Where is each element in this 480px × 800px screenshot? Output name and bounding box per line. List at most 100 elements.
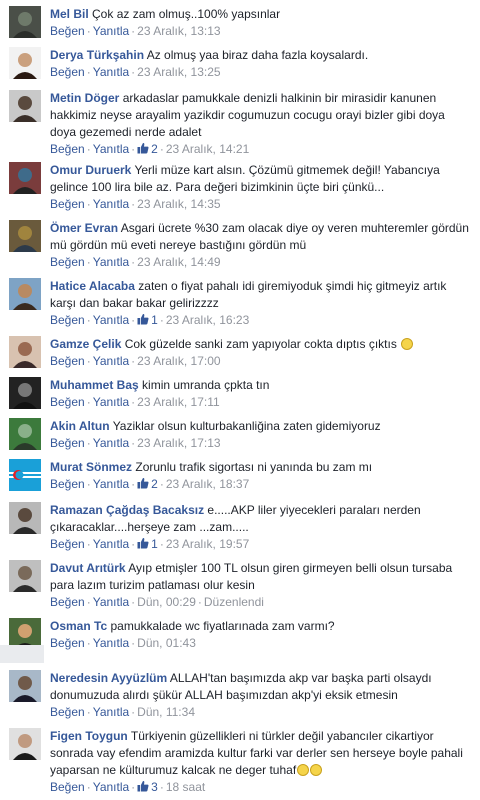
reply-link[interactable]: Yanıtla bbox=[93, 595, 129, 609]
comment-author[interactable]: Murat Sönmez bbox=[50, 460, 132, 474]
like-link[interactable]: Beğen bbox=[50, 477, 85, 491]
comment-content: Osman Tc pamukkalade wc fiyatlarınada za… bbox=[50, 618, 474, 652]
like-count[interactable]: 1 bbox=[137, 537, 158, 551]
comment-author[interactable]: Osman Tc bbox=[50, 619, 107, 633]
like-link[interactable]: Beğen bbox=[50, 395, 85, 409]
avatar[interactable] bbox=[9, 560, 41, 592]
avatar[interactable] bbox=[9, 459, 41, 491]
reply-link[interactable]: Yanıtla bbox=[93, 705, 129, 719]
like-count[interactable]: 2 bbox=[137, 477, 158, 491]
reply-link[interactable]: Yanıtla bbox=[93, 313, 129, 327]
reply-link[interactable]: Yanıtla bbox=[93, 636, 129, 650]
avatar[interactable] bbox=[9, 670, 41, 702]
like-link[interactable]: Beğen bbox=[50, 636, 85, 650]
avatar[interactable] bbox=[9, 90, 41, 122]
avatar[interactable] bbox=[9, 162, 41, 194]
comment-author[interactable]: Neredesin Ayyüzlüm bbox=[50, 671, 167, 685]
comment-timestamp[interactable]: Dün, 01:43 bbox=[137, 636, 196, 650]
comment-author[interactable]: Hatice Alacaba bbox=[50, 279, 135, 293]
avatar[interactable] bbox=[9, 502, 41, 534]
like-link[interactable]: Beğen bbox=[50, 436, 85, 450]
comment-timestamp[interactable]: Dün, 11:34 bbox=[137, 705, 195, 719]
separator-dot: · bbox=[131, 780, 136, 794]
avatar[interactable] bbox=[9, 418, 41, 450]
comment-timestamp[interactable]: 23 Aralık, 14:35 bbox=[137, 197, 220, 211]
reply-link[interactable]: Yanıtla bbox=[93, 537, 129, 551]
comment-timestamp[interactable]: 18 saat bbox=[166, 780, 205, 794]
reply-link[interactable]: Yanıtla bbox=[93, 436, 129, 450]
avatar[interactable] bbox=[9, 728, 41, 760]
like-link[interactable]: Beğen bbox=[50, 595, 85, 609]
avatar-image bbox=[9, 220, 41, 252]
reply-link[interactable]: Yanıtla bbox=[93, 354, 129, 368]
sunglasses-emoji-icon bbox=[401, 338, 414, 350]
reply-link[interactable]: Yanıtla bbox=[93, 142, 129, 156]
like-count-value: 3 bbox=[151, 780, 158, 794]
reply-link[interactable]: Yanıtla bbox=[93, 780, 129, 794]
comment-author[interactable]: Mel Bil bbox=[50, 7, 89, 21]
avatar[interactable] bbox=[9, 336, 41, 368]
avatar[interactable] bbox=[9, 47, 41, 79]
like-count[interactable]: 3 bbox=[137, 780, 158, 794]
avatar-image bbox=[9, 336, 41, 368]
like-link[interactable]: Beğen bbox=[50, 354, 85, 368]
separator-dot: · bbox=[86, 636, 91, 650]
comment-body: Neredesin Ayyüzlüm ALLAH'tan başımızda a… bbox=[50, 670, 474, 704]
comment-author[interactable]: Metin Döger bbox=[50, 91, 119, 105]
avatar[interactable] bbox=[9, 220, 41, 252]
like-count[interactable]: 1 bbox=[137, 313, 158, 327]
separator-dot: · bbox=[131, 636, 136, 650]
like-link[interactable]: Beğen bbox=[50, 142, 85, 156]
comment-author[interactable]: Figen Toygun bbox=[50, 729, 128, 743]
reply-link[interactable]: Yanıtla bbox=[93, 24, 129, 38]
comment-timestamp[interactable]: 23 Aralık, 17:00 bbox=[137, 354, 220, 368]
comment-author[interactable]: Davut Arıtürk bbox=[50, 561, 126, 575]
comment-timestamp[interactable]: 23 Aralık, 14:49 bbox=[137, 255, 220, 269]
comment-author[interactable]: Akin Altun bbox=[50, 419, 110, 433]
like-link[interactable]: Beğen bbox=[50, 705, 85, 719]
reply-link[interactable]: Yanıtla bbox=[93, 197, 129, 211]
comment-timestamp[interactable]: 23 Aralık, 14:21 bbox=[166, 142, 249, 156]
comment-timestamp[interactable]: 23 Aralık, 13:13 bbox=[137, 24, 220, 38]
comment-timestamp[interactable]: 23 Aralık, 13:25 bbox=[137, 65, 220, 79]
separator-dot: · bbox=[131, 197, 136, 211]
separator-dot: · bbox=[86, 395, 91, 409]
separator-dot: · bbox=[86, 142, 91, 156]
avatar[interactable] bbox=[9, 6, 41, 38]
like-link[interactable]: Beğen bbox=[50, 537, 85, 551]
comment-timestamp[interactable]: 23 Aralık, 18:37 bbox=[166, 477, 249, 491]
like-thumb-icon bbox=[137, 313, 149, 325]
comment-timestamp[interactable]: 23 Aralık, 19:57 bbox=[166, 537, 249, 551]
separator-dot: · bbox=[131, 255, 136, 269]
comment-author[interactable]: Ramazan Çağdaş Bacaksız bbox=[50, 503, 204, 517]
like-link[interactable]: Beğen bbox=[50, 255, 85, 269]
like-link[interactable]: Beğen bbox=[50, 197, 85, 211]
like-link[interactable]: Beğen bbox=[50, 65, 85, 79]
comment-author[interactable]: Ömer Evran bbox=[50, 221, 118, 235]
comment-timestamp[interactable]: 23 Aralık, 17:11 bbox=[137, 395, 220, 409]
reply-link[interactable]: Yanıtla bbox=[93, 255, 129, 269]
comment-timestamp[interactable]: 23 Aralık, 16:23 bbox=[166, 313, 249, 327]
like-link[interactable]: Beğen bbox=[50, 24, 85, 38]
separator-dot: · bbox=[86, 595, 91, 609]
comment-timestamp[interactable]: Dün, 00:29 bbox=[137, 595, 196, 609]
like-link[interactable]: Beğen bbox=[50, 780, 85, 794]
reply-link[interactable]: Yanıtla bbox=[93, 65, 129, 79]
comment-timestamp[interactable]: 23 Aralık, 17:13 bbox=[137, 436, 220, 450]
comment-author[interactable]: Derya Türkşahin bbox=[50, 48, 144, 62]
like-count[interactable]: 2 bbox=[137, 142, 158, 156]
comment-author[interactable]: Muhammet Baş bbox=[50, 378, 139, 392]
separator-dot: · bbox=[131, 65, 136, 79]
avatar[interactable] bbox=[9, 377, 41, 409]
comment-author[interactable]: Gamze Çelik bbox=[50, 337, 121, 351]
reply-link[interactable]: Yanıtla bbox=[93, 477, 129, 491]
comment-author[interactable]: Omur Duruerk bbox=[50, 163, 131, 177]
avatar-image bbox=[9, 278, 41, 310]
like-link[interactable]: Beğen bbox=[50, 313, 85, 327]
reply-link[interactable]: Yanıtla bbox=[93, 395, 129, 409]
comment-body: Muhammet Baş kimin umranda çpkta tın bbox=[50, 377, 474, 394]
separator-dot: · bbox=[131, 477, 136, 491]
edited-label[interactable]: Düzenlendi bbox=[204, 595, 264, 609]
avatar[interactable] bbox=[9, 278, 41, 310]
separator-dot: · bbox=[197, 595, 202, 609]
